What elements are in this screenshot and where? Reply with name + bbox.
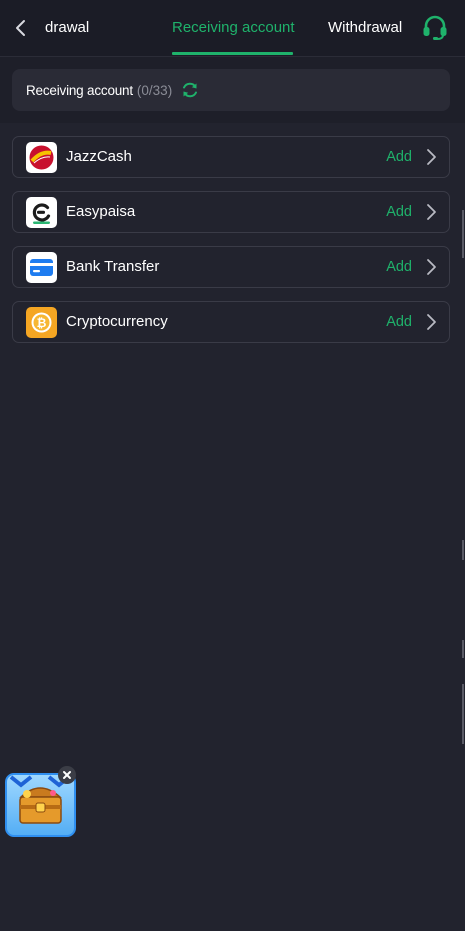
crypto-coin-icon: ₿ (26, 307, 57, 338)
jazzcash-logo-icon (26, 142, 57, 173)
method-name: Cryptocurrency (66, 313, 168, 330)
chevron-right-icon (427, 149, 436, 165)
easypaisa-logo-icon (26, 197, 57, 228)
add-button[interactable]: Add (386, 137, 412, 177)
treasure-chest-widget (2, 763, 80, 841)
svg-text:₿: ₿ (37, 316, 47, 330)
back-button[interactable] (8, 12, 34, 44)
payment-method-list: JazzCash Add Easypaisa Add Bank Transfer… (12, 136, 450, 356)
treasure-chest-icon (9, 775, 71, 824)
method-name: Bank Transfer (66, 258, 160, 275)
account-count: (0/33) (136, 82, 173, 98)
method-item-bank-transfer[interactable]: Bank Transfer Add (12, 246, 450, 288)
add-button[interactable]: Add (386, 302, 412, 342)
chevron-right-icon (427, 314, 436, 330)
method-item-jazzcash[interactable]: JazzCash Add (12, 136, 450, 178)
close-icon (63, 771, 71, 779)
tab-receiving-account[interactable]: Receiving account (172, 0, 295, 56)
top-nav-bar: t withdrawal Receiving account Withdrawa… (0, 0, 465, 57)
scroll-edge-line (462, 540, 464, 560)
scroll-edge-line (462, 640, 464, 658)
scroll-edge-line (462, 684, 464, 744)
tab-partial-withdrawal[interactable]: t withdrawal (44, 0, 89, 56)
active-tab-indicator (172, 52, 293, 55)
account-summary-card: Receiving account (0/33) (12, 69, 450, 111)
customer-support-button[interactable] (418, 12, 452, 44)
chevron-right-icon (427, 204, 436, 220)
tab-withdrawal[interactable]: Withdrawal (328, 0, 402, 56)
chevron-right-icon (427, 259, 436, 275)
account-summary-section: Receiving account (0/33) (0, 57, 465, 123)
add-button[interactable]: Add (386, 192, 412, 232)
method-item-easypaisa[interactable]: Easypaisa Add (12, 191, 450, 233)
headset-icon (423, 15, 447, 40)
add-button[interactable]: Add (386, 247, 412, 287)
method-name: JazzCash (66, 148, 132, 165)
method-item-cryptocurrency[interactable]: ₿ Cryptocurrency Add (12, 301, 450, 343)
close-chest-button[interactable] (58, 766, 76, 784)
chevron-left-icon (16, 20, 25, 36)
method-name: Easypaisa (66, 203, 136, 220)
section-title: Receiving account (26, 82, 133, 98)
scroll-edge-line (462, 210, 464, 258)
page: t withdrawal Receiving account Withdrawa… (0, 0, 465, 931)
refresh-icon (183, 82, 198, 98)
tab-strip: t withdrawal Receiving account Withdrawa… (44, 0, 406, 56)
refresh-button[interactable] (181, 81, 199, 99)
bank-card-icon (26, 252, 57, 283)
